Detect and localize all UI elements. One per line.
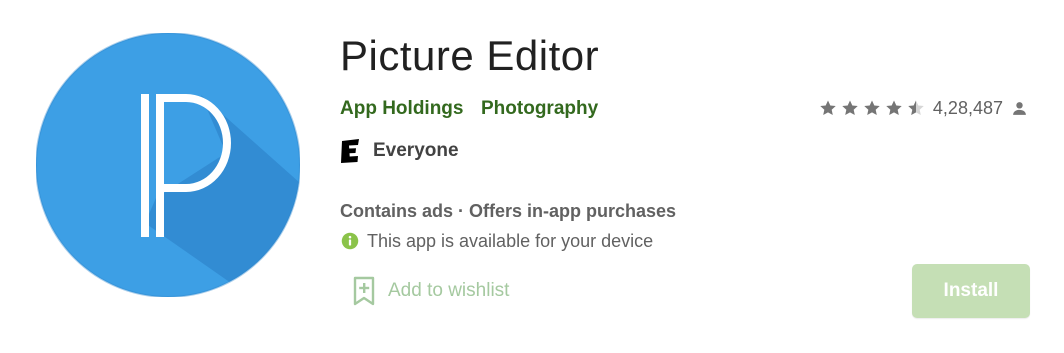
wishlist-label: Add to wishlist (388, 280, 510, 301)
developer-link[interactable]: App Holdings (340, 97, 463, 121)
content-rating-label: Everyone (373, 140, 459, 161)
content-rating: Everyone (340, 138, 459, 164)
star-rating (819, 99, 925, 117)
star-full-icon (820, 100, 836, 116)
esrb-everyone-icon (341, 139, 359, 163)
picsart-p-logo-icon (36, 33, 300, 297)
availability-status: This app is available for your device (341, 229, 653, 253)
rating-count: 4,28,487 (932, 97, 1003, 118)
bookmark-add-icon (353, 276, 375, 306)
info-icon (341, 232, 359, 250)
add-to-wishlist-button[interactable]: Add to wishlist (352, 275, 509, 307)
star-full-icon (864, 100, 880, 116)
star-full-icon (886, 100, 902, 116)
star-half-icon (908, 100, 924, 116)
monetization-text: Contains ads · Offers in-app purchases (340, 201, 677, 221)
install-button[interactable]: Install (912, 264, 1030, 318)
availability-text: This app is available for your device (367, 230, 654, 251)
rating-summary: 4,28,487 (819, 96, 1028, 120)
person-icon (1013, 101, 1026, 115)
category-link[interactable]: Photography (481, 97, 598, 121)
star-full-icon (842, 100, 858, 116)
app-title: Picture Editor (340, 32, 600, 79)
